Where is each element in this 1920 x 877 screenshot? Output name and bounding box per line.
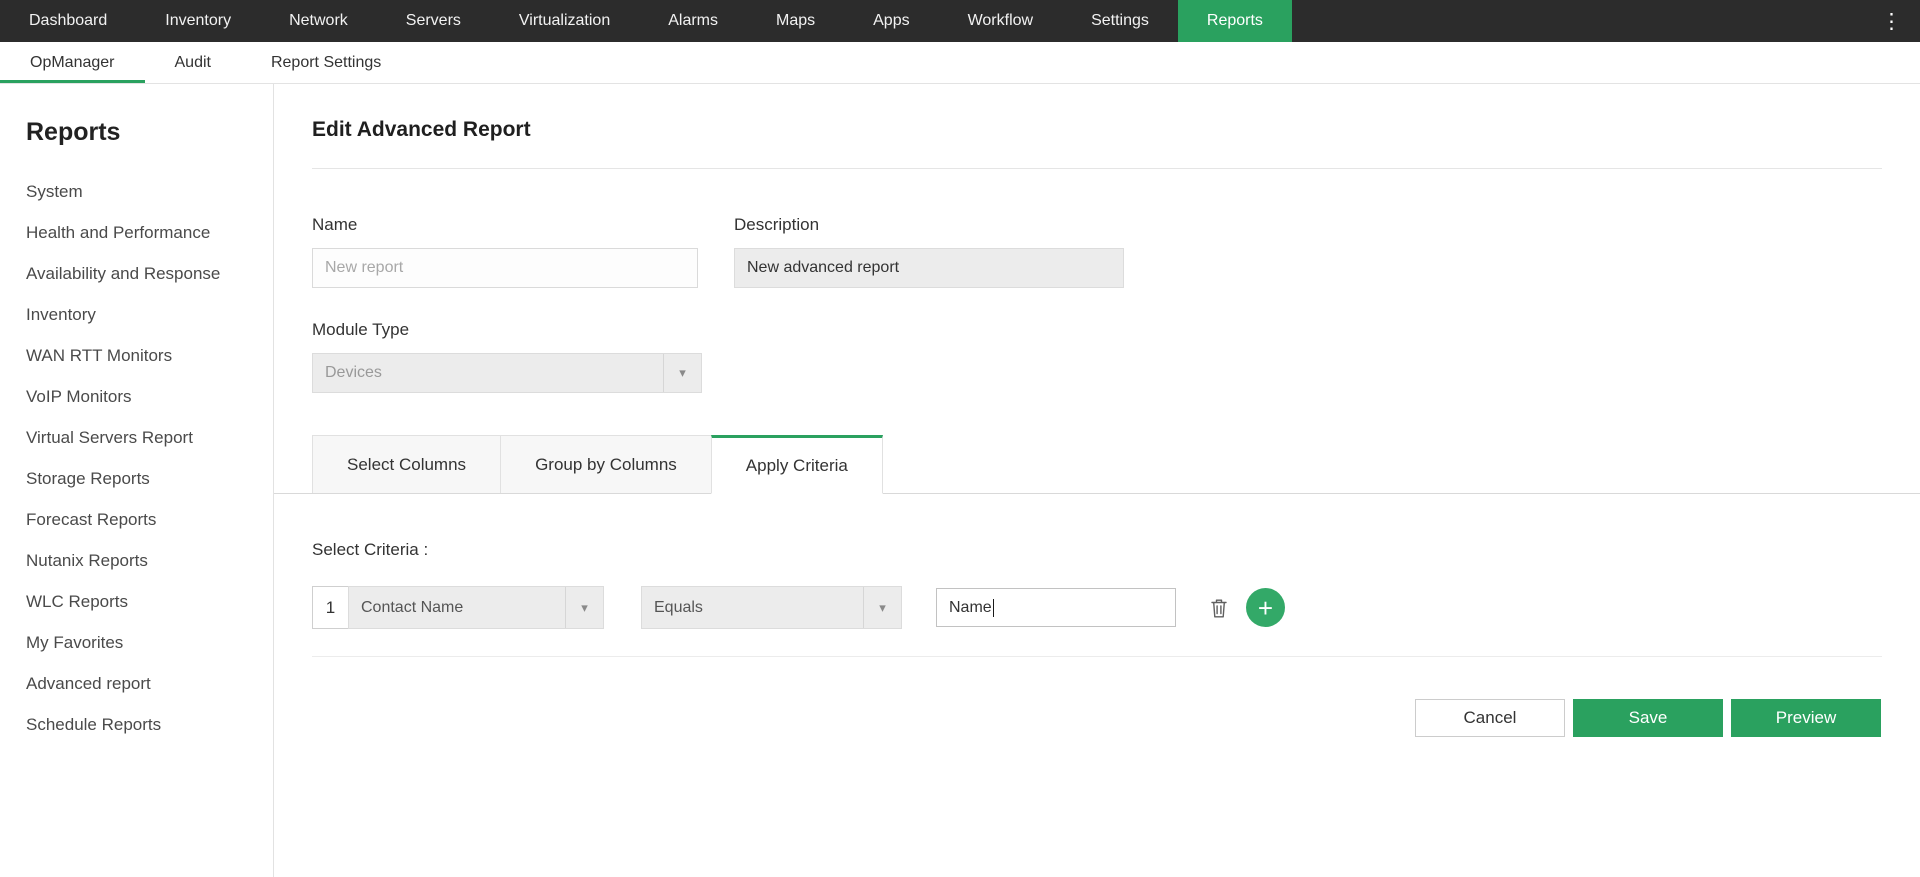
- nav-apps[interactable]: Apps: [844, 0, 938, 42]
- tab-apply-criteria[interactable]: Apply Criteria: [710, 435, 883, 494]
- tab-select-columns[interactable]: Select Columns: [312, 435, 502, 493]
- nav-settings[interactable]: Settings: [1062, 0, 1178, 42]
- chevron-down-icon: ▾: [565, 587, 603, 628]
- module-type-label: Module Type: [312, 320, 410, 339]
- chevron-down-icon: ▾: [863, 587, 901, 628]
- nav-virtualization[interactable]: Virtualization: [490, 0, 639, 42]
- sidebar-item-schedule-reports[interactable]: Schedule Reports: [26, 704, 273, 745]
- top-navigation-bar: Dashboard Inventory Network Servers Virt…: [0, 0, 1920, 42]
- sidebar-item-inventory[interactable]: Inventory: [26, 294, 273, 335]
- topnav-spacer: [1292, 0, 1863, 42]
- module-type-selected-value: Devices: [325, 364, 382, 381]
- module-type-select[interactable]: Devices ▾: [312, 353, 702, 393]
- add-criteria-button[interactable]: +: [1246, 588, 1285, 627]
- criteria-operator-select[interactable]: Equals ▾: [641, 586, 902, 629]
- sidebar-item-wan-rtt-monitors[interactable]: WAN RTT Monitors: [26, 335, 273, 376]
- criteria-row: 1 Contact Name ▾ Equals ▾ Name +: [312, 586, 1882, 629]
- cancel-button[interactable]: Cancel: [1415, 699, 1565, 737]
- sidebar-item-availability-and-response[interactable]: Availability and Response: [26, 253, 273, 294]
- name-field-group: Name: [312, 215, 698, 288]
- criteria-section-divider: [312, 656, 1882, 657]
- name-input[interactable]: [312, 248, 698, 288]
- trash-icon: [1209, 597, 1229, 619]
- nav-alarms[interactable]: Alarms: [639, 0, 747, 42]
- title-divider: [312, 168, 1882, 169]
- select-criteria-label: Select Criteria :: [312, 540, 429, 559]
- sidebar-item-my-favorites[interactable]: My Favorites: [26, 622, 273, 663]
- sidebar-item-wlc-reports[interactable]: WLC Reports: [26, 581, 273, 622]
- sub-navigation-bar: OpManager Audit Report Settings: [0, 42, 1920, 84]
- main-content: Edit Advanced Report Name Description Mo…: [274, 84, 1920, 877]
- report-tabs: Select Columns Group by Columns Apply Cr…: [274, 435, 1920, 494]
- delete-criteria-button[interactable]: [1205, 593, 1233, 623]
- nav-workflow[interactable]: Workflow: [939, 0, 1063, 42]
- description-input[interactable]: [734, 248, 1124, 288]
- chevron-down-icon: ▾: [663, 354, 701, 392]
- description-field-group: Description: [734, 215, 1124, 288]
- kebab-menu-icon[interactable]: ⋮: [1863, 0, 1920, 42]
- nav-reports[interactable]: Reports: [1177, 0, 1292, 42]
- nav-servers[interactable]: Servers: [377, 0, 490, 42]
- name-label: Name: [312, 215, 358, 234]
- nav-maps[interactable]: Maps: [747, 0, 844, 42]
- module-type-field-group: Module Type Devices ▾: [312, 320, 702, 393]
- plus-icon: +: [1257, 592, 1274, 623]
- nav-inventory[interactable]: Inventory: [136, 0, 260, 42]
- save-button[interactable]: Save: [1573, 699, 1723, 737]
- nav-network[interactable]: Network: [260, 0, 377, 42]
- description-label: Description: [734, 215, 820, 234]
- criteria-value-input[interactable]: Name: [936, 588, 1176, 627]
- report-form-row: Name Description: [312, 215, 1882, 288]
- sidebar-item-virtual-servers-report[interactable]: Virtual Servers Report: [26, 417, 273, 458]
- subnav-report-settings[interactable]: Report Settings: [241, 42, 411, 83]
- page-layout: Reports System Health and Performance Av…: [0, 84, 1920, 877]
- sidebar-item-storage-reports[interactable]: Storage Reports: [26, 458, 273, 499]
- subnav-opmanager[interactable]: OpManager: [0, 42, 145, 83]
- sidebar-item-advanced-report[interactable]: Advanced report: [26, 663, 273, 704]
- reports-sidebar: Reports System Health and Performance Av…: [0, 84, 274, 877]
- form-actions: Cancel Save Preview: [313, 699, 1881, 737]
- criteria-operator-selected-value: Equals: [654, 598, 703, 616]
- text-cursor: [992, 598, 994, 617]
- preview-button[interactable]: Preview: [1731, 699, 1881, 737]
- sidebar-item-forecast-reports[interactable]: Forecast Reports: [26, 499, 273, 540]
- sidebar-item-system[interactable]: System: [26, 171, 273, 212]
- sidebar-item-nutanix-reports[interactable]: Nutanix Reports: [26, 540, 273, 581]
- page-title: Edit Advanced Report: [312, 118, 531, 141]
- tab-group-by-columns[interactable]: Group by Columns: [500, 435, 712, 493]
- criteria-column-selected-value: Contact Name: [361, 598, 464, 616]
- criteria-column-select[interactable]: Contact Name ▾: [348, 586, 604, 629]
- sidebar-item-health-and-performance[interactable]: Health and Performance: [26, 212, 273, 253]
- nav-dashboard[interactable]: Dashboard: [0, 0, 136, 42]
- sidebar-item-voip-monitors[interactable]: VoIP Monitors: [26, 376, 273, 417]
- sidebar-title: Reports: [26, 118, 121, 146]
- subnav-audit[interactable]: Audit: [145, 42, 241, 83]
- criteria-value-text: Name: [949, 598, 992, 616]
- criteria-row-index: 1: [312, 586, 349, 629]
